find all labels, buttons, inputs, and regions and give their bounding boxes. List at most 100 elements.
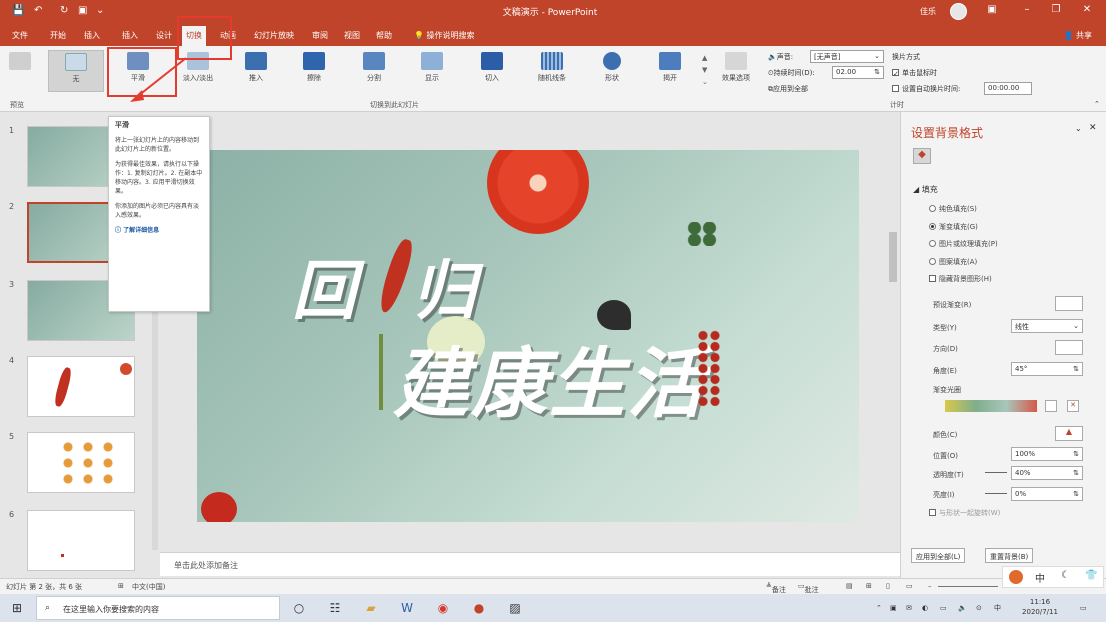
solid-fill-radio[interactable]: 纯色填充(S) [929, 204, 977, 214]
task-view-icon[interactable]: ○ [290, 599, 308, 617]
remove-stop-button[interactable]: ✕ [1067, 400, 1079, 412]
tab-design[interactable]: 设计 [156, 30, 172, 41]
tray-app-icon[interactable]: ✉ [906, 603, 912, 613]
learn-more-link[interactable]: ⓘ 了解详细信息 [115, 226, 203, 235]
notifications-icon[interactable]: ▭ [1080, 603, 1087, 613]
after-time-input[interactable]: 00:00.00 [984, 82, 1032, 95]
effect-options-button[interactable]: 效果选项 [716, 50, 756, 92]
picture-fill-radio[interactable]: 图片或纹理填充(P) [929, 239, 998, 249]
transparency-input[interactable]: 40% ⇅ [1011, 466, 1083, 480]
preset-gradient-button[interactable] [1055, 296, 1083, 311]
ime-skin-icon[interactable]: 👕 [1085, 570, 1097, 581]
start-slideshow-icon[interactable]: ▣ [78, 5, 87, 16]
pane-options-icon[interactable]: ⌄ [1075, 124, 1082, 133]
zoom-out-icon[interactable]: – [928, 582, 932, 590]
gallery-scroll[interactable]: ▲ ▼ ⌄ [702, 52, 712, 92]
transition-random-bars[interactable]: 随机线条 [524, 50, 580, 92]
ime-chinese-mode-icon[interactable]: 中 [1035, 570, 1045, 585]
word-icon[interactable]: W [398, 599, 416, 617]
file-explorer-icon[interactable]: ▰ [362, 599, 380, 617]
slideshow-icon[interactable]: ▭ [906, 582, 913, 590]
rotate-with-shape-checkbox[interactable]: 与形状一起旋转(W) [929, 508, 1000, 518]
language[interactable]: 中文(中国) [132, 582, 165, 592]
zoom-slider[interactable] [938, 586, 998, 587]
tray-app-icon[interactable]: ◐ [922, 603, 928, 613]
tray-arrow-icon[interactable]: ⌃ [876, 603, 882, 613]
transition-reveal[interactable]: 显示 [404, 50, 460, 92]
transition-shape[interactable]: 形状 [584, 50, 640, 92]
position-input[interactable]: 100% ⇅ [1011, 447, 1083, 461]
transition-none[interactable]: 无 [48, 50, 104, 92]
chrome-icon[interactable]: ◉ [434, 599, 452, 617]
volume-icon[interactable]: 🔈 [958, 603, 967, 613]
angle-input[interactable]: 45° ⇅ [1011, 362, 1083, 376]
slide-sorter-icon[interactable]: ⊞ [866, 582, 872, 590]
after-checkbox[interactable]: 设置自动换片时间: [892, 84, 960, 94]
transition-push[interactable]: 推入 [228, 50, 284, 92]
restore-button[interactable]: ❐ [1047, 4, 1065, 15]
canvas-scrollbar[interactable] [888, 118, 898, 550]
hide-background-checkbox[interactable]: 隐藏背景图形(H) [929, 274, 992, 284]
direction-button[interactable] [1055, 340, 1083, 355]
tray-app-icon[interactable]: ▣ [890, 603, 897, 613]
save-icon[interactable]: 💾 [12, 5, 24, 16]
tab-home[interactable]: 开始 [50, 30, 66, 41]
close-button[interactable]: ✕ [1078, 4, 1096, 15]
spellcheck-icon[interactable]: ⊞ [118, 582, 124, 590]
powerpoint-icon[interactable]: ● [470, 599, 488, 617]
reset-background-button[interactable]: 重置背景(B) [985, 548, 1034, 563]
on-click-checkbox[interactable]: ✓ 单击鼠标时 [892, 68, 937, 78]
add-stop-button[interactable] [1045, 400, 1057, 412]
fill-section[interactable]: ◢ 填充 [913, 184, 938, 195]
share-button[interactable]: 👤 共享 [1063, 30, 1092, 41]
tell-me-search[interactable]: 💡 操作说明搜索 [414, 30, 475, 41]
gradient-stops-bar[interactable] [945, 400, 1037, 412]
taskbar-search[interactable]: ⌕ 在这里输入你要搜索的内容 [36, 596, 280, 620]
notes-button[interactable]: ≜ 备注 [766, 582, 786, 594]
comments-button[interactable]: ▭ 批注 [798, 582, 819, 594]
transition-wipe[interactable]: 擦除 [286, 50, 342, 92]
pane-close-icon[interactable]: ✕ [1089, 123, 1097, 133]
redo-icon[interactable]: ↻ [60, 5, 68, 16]
normal-view-icon[interactable]: ▤ [846, 582, 853, 590]
slide-thumb-5[interactable] [27, 432, 135, 493]
apply-all-button[interactable]: ⧉应用到全部 [768, 84, 808, 94]
input-method-icon[interactable]: 中 [994, 603, 1001, 613]
windows-start-icon[interactable]: ⊞ [8, 599, 26, 617]
photos-icon[interactable]: ▨ [506, 599, 524, 617]
tab-help[interactable]: 帮助 [376, 30, 392, 41]
apply-to-all-button[interactable]: 应用到全部(L) [911, 548, 966, 563]
color-picker-button[interactable]: ▲ [1055, 426, 1083, 441]
brightness-input[interactable]: 0% ⇅ [1011, 487, 1083, 501]
tray-app-icon[interactable]: ⊙ [976, 603, 982, 613]
sound-dropdown[interactable]: [无声音] ⌄ [810, 50, 884, 63]
ime-logo-icon[interactable] [1009, 570, 1023, 584]
tab-slideshow[interactable]: 幻灯片放映 [254, 30, 294, 41]
minimize-button[interactable]: – [1018, 4, 1036, 15]
customize-qat-icon[interactable]: ⌄ [96, 5, 104, 16]
tab-insert[interactable]: 插入 [122, 30, 138, 41]
transparency-slider[interactable] [985, 472, 1007, 473]
pattern-fill-radio[interactable]: 图案填充(A) [929, 257, 977, 267]
transition-split[interactable]: 分割 [346, 50, 402, 92]
tab-insert-1[interactable]: 插入 [84, 30, 100, 41]
tab-file[interactable]: 文件 [12, 30, 28, 41]
ime-moon-icon[interactable]: ☾ [1061, 570, 1070, 581]
tab-view[interactable]: 视图 [344, 30, 360, 41]
type-dropdown[interactable]: 线性 ⌄ [1011, 319, 1083, 333]
clock[interactable]: 11:16 2020/7/11 [1016, 597, 1064, 617]
slide-thumb-4[interactable] [27, 356, 135, 417]
slide-thumb-6[interactable] [27, 510, 135, 571]
gradient-fill-radio[interactable]: 渐变填充(G) [929, 222, 978, 232]
duration-input[interactable]: 02.00 ⇅ [832, 66, 884, 79]
user-name[interactable]: 佳乐 [920, 6, 936, 17]
notes-pane[interactable]: 单击此处添加备注 [160, 552, 900, 576]
reading-view-icon[interactable]: ▯ [886, 582, 890, 590]
widgets-icon[interactable]: ☷ [326, 599, 344, 617]
collapse-ribbon-icon[interactable]: ⌃ [1094, 100, 1100, 108]
slide[interactable]: 回 归 建康生活 [197, 150, 859, 522]
avatar[interactable] [950, 3, 967, 20]
network-icon[interactable]: ▭ [940, 603, 947, 613]
tab-review[interactable]: 审阅 [312, 30, 328, 41]
transition-uncover[interactable]: 揭开 [642, 50, 698, 92]
